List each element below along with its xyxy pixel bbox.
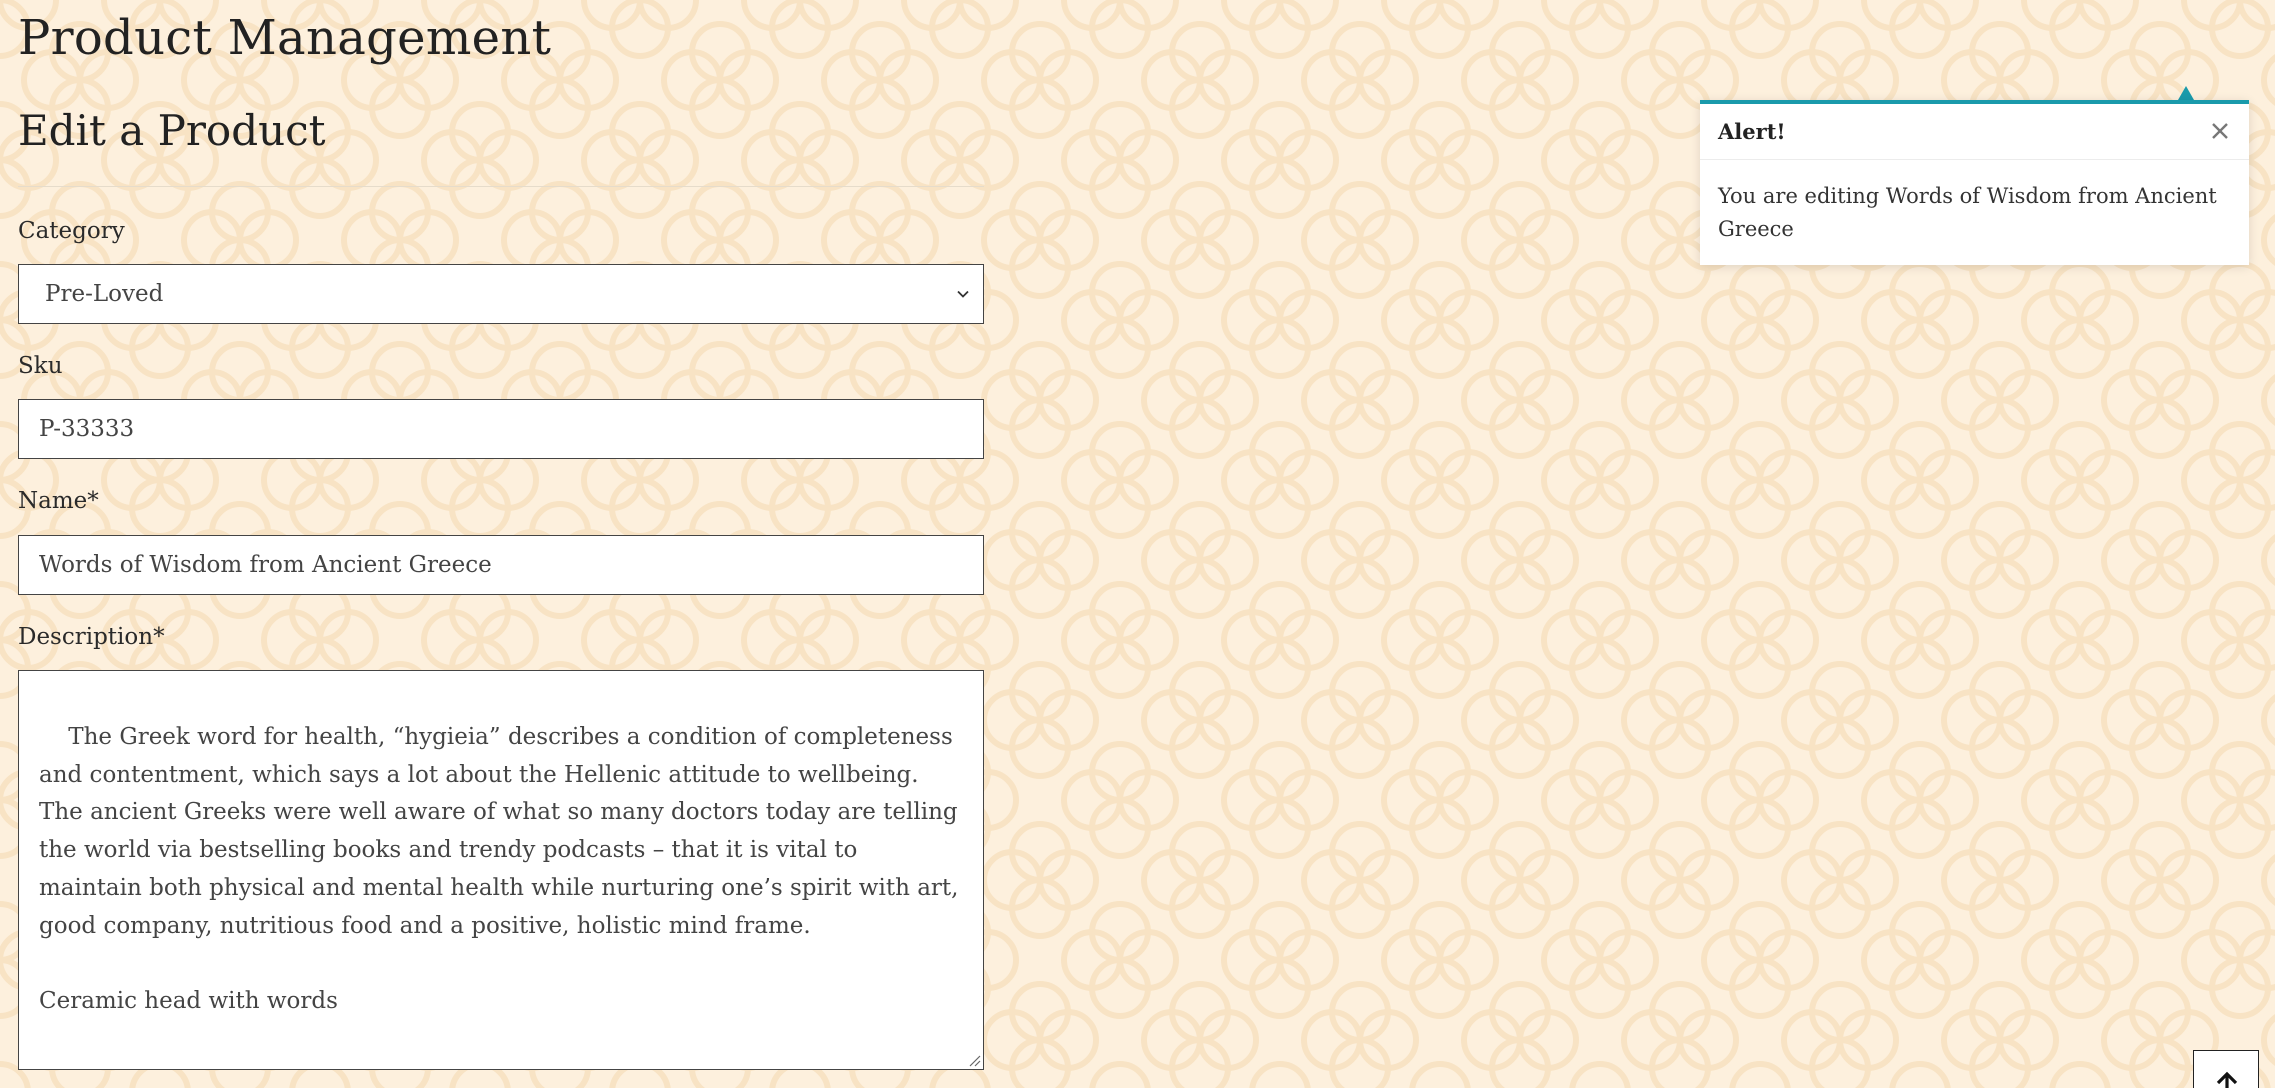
divider [18, 186, 984, 187]
resize-grip-icon[interactable] [967, 1053, 981, 1067]
arrow-up-icon [2216, 1071, 2238, 1088]
sku-input[interactable]: P-33333 [18, 399, 984, 459]
form-title: Edit a Product [18, 106, 326, 155]
alert-title: Alert! [1718, 119, 1786, 144]
page-content: Product Management Edit a Product Catego… [0, 0, 2275, 1088]
close-icon[interactable] [2207, 118, 2233, 144]
category-selected-value: Pre-Loved [45, 281, 164, 307]
category-select[interactable]: Pre-Loved [18, 264, 984, 324]
sku-label: Sku [18, 353, 63, 379]
scroll-to-top-button[interactable] [2193, 1050, 2259, 1088]
name-input[interactable]: Words of Wisdom from Ancient Greece [18, 535, 984, 595]
name-label: Name* [18, 488, 99, 514]
description-value: The Greek word for health, “hygieia” des… [39, 723, 959, 1015]
name-value: Words of Wisdom from Ancient Greece [39, 552, 492, 578]
alert-toast: Alert! You are editing Words of Wisdom f… [1700, 100, 2249, 265]
alert-header: Alert! [1700, 104, 2249, 160]
description-textarea[interactable]: The Greek word for health, “hygieia” des… [18, 670, 984, 1070]
description-label: Description* [18, 624, 165, 650]
alert-pointer-arrow [2178, 86, 2194, 100]
alert-message: You are editing Words of Wisdom from Anc… [1718, 184, 2217, 241]
page-title: Product Management [18, 10, 552, 66]
sku-value: P-33333 [39, 416, 135, 442]
chevron-down-icon [957, 290, 969, 298]
category-label: Category [18, 218, 125, 244]
